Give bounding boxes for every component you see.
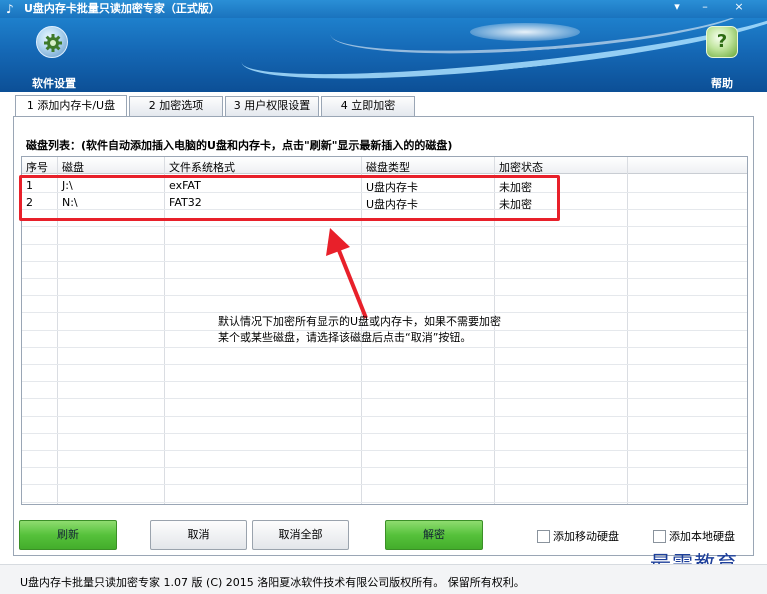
row-line (22, 278, 747, 279)
row-line (22, 416, 747, 417)
minimize-button[interactable]: – (692, 0, 718, 16)
tab-user-permissions[interactable]: 3 用户权限设置 (225, 96, 319, 116)
row-line (22, 364, 747, 365)
cancel-button[interactable]: 取消 (150, 520, 247, 550)
status-bar: U盘内存卡批量只读加密专家 1.07 版 (C) 2015 洛阳夏冰软件技术有限… (0, 564, 767, 594)
row-line (22, 398, 747, 399)
checkbox-label: 添加移动硬盘 (553, 530, 619, 543)
row-line (22, 502, 747, 503)
cancel-all-button[interactable]: 取消全部 (252, 520, 349, 550)
column-header-disk-type[interactable]: 磁盘类型 (366, 159, 410, 175)
row-line (22, 261, 747, 262)
settings-label: 软件设置 (32, 77, 76, 90)
close-button[interactable]: × (726, 0, 752, 16)
window-title: U盘内存卡批量只读加密专家（正式版） (24, 2, 220, 15)
row-line (22, 433, 747, 434)
help-icon: ? (706, 26, 738, 58)
settings-button[interactable]: 软件设置 (22, 24, 82, 90)
checkbox-box[interactable] (537, 530, 550, 543)
row-line (22, 347, 747, 348)
row-line (22, 381, 747, 382)
checkbox-label: 添加本地硬盘 (669, 530, 735, 543)
row-line (22, 295, 747, 296)
column-header-index[interactable]: 序号 (26, 159, 48, 175)
title-bar: ♪ U盘内存卡批量只读加密专家（正式版） ▾ – × (0, 0, 767, 18)
column-header-disk[interactable]: 磁盘 (62, 159, 84, 175)
annotation-note: 默认情况下加密所有显示的U盘或内存卡，如果不需要加密 某个或某些磁盘，请选择该磁… (218, 314, 501, 346)
gear-icon (36, 26, 68, 58)
column-header-encrypt-status[interactable]: 加密状态 (499, 159, 543, 175)
menu-dropdown-button[interactable]: ▾ (664, 0, 690, 16)
row-line (22, 312, 747, 313)
row-line (22, 244, 747, 245)
banner-decoration (470, 23, 580, 41)
row-line (22, 467, 747, 468)
annotation-line-1: 默认情况下加密所有显示的U盘或内存卡，如果不需要加密 (218, 315, 502, 328)
arrow-annotation (326, 228, 368, 319)
table-header: 序号 磁盘 文件系统格式 磁盘类型 加密状态 (22, 157, 747, 174)
checkbox-box[interactable] (653, 530, 666, 543)
tab-encrypt-now[interactable]: 4 立即加密 (321, 96, 415, 116)
status-text: U盘内存卡批量只读加密专家 1.07 版 (C) 2015 洛阳夏冰软件技术有限… (20, 576, 525, 589)
header-banner: 软件设置 ? 帮助 (0, 18, 767, 92)
help-button[interactable]: ? 帮助 (692, 24, 752, 90)
highlight-box (19, 175, 560, 221)
tab-add-disk[interactable]: 1 添加内存卡/U盘 (15, 95, 127, 116)
tab-encrypt-options[interactable]: 2 加密选项 (129, 96, 223, 116)
annotation-line-2: 某个或某些磁盘，请选择该磁盘后点击“取消”按钮。 (218, 331, 472, 344)
app-icon: ♪ (6, 2, 14, 16)
row-line (22, 450, 747, 451)
column-header-filesystem[interactable]: 文件系统格式 (169, 159, 235, 175)
row-line (22, 484, 747, 485)
help-label: 帮助 (711, 77, 733, 90)
refresh-button[interactable]: 刷新 (19, 520, 117, 550)
row-line (22, 226, 747, 227)
disk-list-label: 磁盘列表：(软件自动添加插入电脑的U盘和内存卡，点击"刷新"显示最新插入的的磁盘… (26, 139, 453, 152)
decrypt-button[interactable]: 解密 (385, 520, 483, 550)
